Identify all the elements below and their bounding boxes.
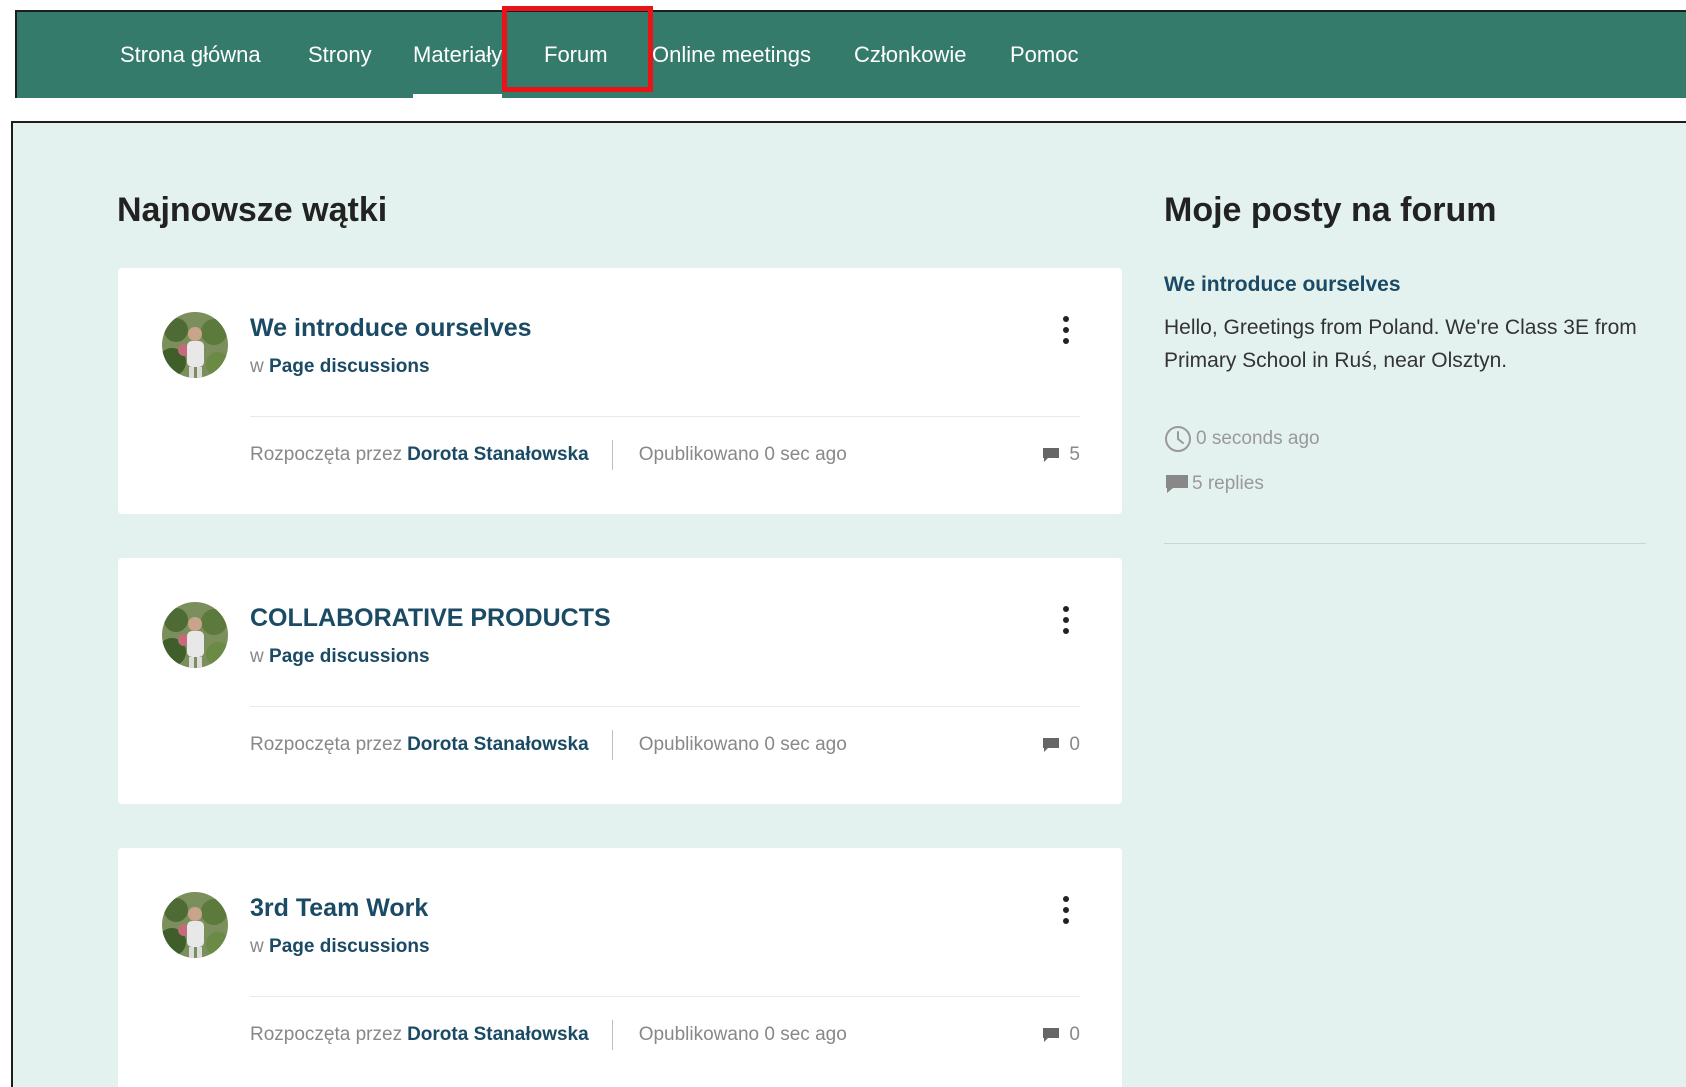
- divider: [1164, 543, 1646, 544]
- comment-icon: [1043, 738, 1060, 752]
- my-post-replies-text[interactable]: 5 replies: [1192, 473, 1264, 495]
- nav-item-materials[interactable]: Materiały: [413, 12, 503, 98]
- thread-category-line: w Page discussions: [250, 356, 430, 378]
- thread-meta: Rozpoczęta przez Dorota Stanałowska Opub…: [250, 1020, 1080, 1050]
- reply-count-value: 0: [1069, 734, 1080, 755]
- author-link[interactable]: Dorota Stanałowska: [407, 1024, 589, 1046]
- reply-count: 0: [1042, 1020, 1080, 1050]
- nav-item-members[interactable]: Członkowie: [854, 12, 967, 98]
- nav-item-pages[interactable]: Strony: [308, 12, 372, 98]
- comment-icon: [1043, 1028, 1060, 1042]
- category-link[interactable]: Page discussions: [269, 936, 430, 957]
- avatar[interactable]: [162, 602, 228, 668]
- latest-threads-heading: Najnowsze wątki: [117, 191, 388, 229]
- divider: [250, 416, 1080, 417]
- category-prefix: w: [250, 356, 264, 377]
- my-post-title-link[interactable]: We introduce ourselves: [1164, 273, 1401, 297]
- nav-item-home[interactable]: Strona główna: [120, 12, 261, 98]
- divider: [250, 996, 1080, 997]
- my-posts-heading: Moje posty na forum: [1164, 191, 1497, 229]
- author-link[interactable]: Dorota Stanałowska: [407, 444, 589, 466]
- thread-title-link[interactable]: COLLABORATIVE PRODUCTS: [250, 604, 611, 633]
- nav-item-forum[interactable]: Forum: [544, 12, 608, 98]
- my-post-excerpt: Hello, Greetings from Poland. We're Clas…: [1164, 316, 1637, 372]
- reply-count: 5: [1042, 440, 1080, 470]
- nav-item-online-meetings[interactable]: Online meetings: [652, 12, 811, 98]
- started-by-label: Rozpoczęta przez: [250, 734, 403, 755]
- thread-card: COLLABORATIVE PRODUCTS w Page discussion…: [118, 558, 1122, 804]
- my-post-time: 0 seconds ago: [1164, 425, 1320, 453]
- top-navigation: Strona główna Strony Materiały Forum Onl…: [15, 10, 1686, 98]
- comment-icon: [1043, 448, 1060, 462]
- my-post-time-text: 0 seconds ago: [1196, 428, 1320, 449]
- category-link[interactable]: Page discussions: [269, 646, 430, 667]
- thread-title-link[interactable]: 3rd Team Work: [250, 894, 428, 923]
- reply-count: 0: [1042, 730, 1080, 760]
- comment-icon: [1166, 475, 1188, 493]
- thread-category-line: w Page discussions: [250, 646, 430, 668]
- meta-separator: [611, 440, 613, 470]
- published-time: Opublikowano 0 sec ago: [638, 1024, 847, 1045]
- thread-meta: Rozpoczęta przez Dorota Stanałowska Opub…: [250, 730, 1080, 760]
- reply-count-value: 0: [1069, 1024, 1080, 1045]
- started-by-label: Rozpoczęta przez: [250, 444, 403, 465]
- my-post-replies: 5 replies: [1164, 473, 1264, 495]
- thread-meta: Rozpoczęta przez Dorota Stanałowska Opub…: [250, 440, 1080, 470]
- clock-icon: [1165, 426, 1191, 452]
- meta-separator: [611, 730, 613, 760]
- avatar[interactable]: [162, 312, 228, 378]
- thread-title-link[interactable]: We introduce ourselves: [250, 314, 532, 343]
- category-prefix: w: [250, 936, 264, 957]
- category-link[interactable]: Page discussions: [269, 356, 430, 377]
- more-options-icon[interactable]: [1056, 896, 1076, 924]
- meta-separator: [611, 1020, 613, 1050]
- avatar[interactable]: [162, 892, 228, 958]
- more-options-icon[interactable]: [1056, 316, 1076, 344]
- author-link[interactable]: Dorota Stanałowska: [407, 734, 589, 756]
- published-time: Opublikowano 0 sec ago: [638, 444, 847, 465]
- divider: [250, 706, 1080, 707]
- thread-card: We introduce ourselves w Page discussion…: [118, 268, 1122, 514]
- thread-category-line: w Page discussions: [250, 936, 430, 958]
- forum-main-area: Najnowsze wątki We introduce ourselves w…: [11, 121, 1686, 1087]
- nav-item-help[interactable]: Pomoc: [1010, 12, 1078, 98]
- thread-card: 3rd Team Work w Page discussions Rozpocz…: [118, 848, 1122, 1087]
- started-by-label: Rozpoczęta przez: [250, 1024, 403, 1045]
- more-options-icon[interactable]: [1056, 606, 1076, 634]
- published-time: Opublikowano 0 sec ago: [638, 734, 847, 755]
- category-prefix: w: [250, 646, 264, 667]
- reply-count-value: 5: [1069, 444, 1080, 465]
